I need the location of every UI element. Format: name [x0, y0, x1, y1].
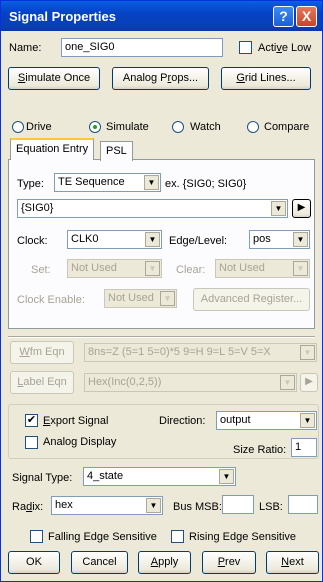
type-select[interactable]: TE Sequence ▼ — [54, 173, 161, 192]
signal-type-label: Signal Type: — [12, 472, 73, 484]
clear-select-value: Not Used — [219, 262, 265, 274]
falling-edge-checkbox[interactable] — [30, 530, 43, 543]
direction-label: Direction: — [159, 415, 206, 427]
chevron-down-icon[interactable]: ▼ — [300, 345, 315, 360]
chevron-down-icon[interactable]: ▼ — [144, 175, 159, 190]
title-bar[interactable]: Signal Properties ? X — [1, 1, 322, 31]
help-icon[interactable]: ? — [273, 6, 294, 27]
chevron-down-icon[interactable]: ▼ — [293, 232, 308, 247]
chevron-down-icon[interactable]: ▼ — [145, 232, 160, 247]
apply-button[interactable]: Apply — [138, 551, 191, 574]
radix-label: Radix: — [12, 501, 44, 513]
edge-level-label: Edge/Level: — [169, 235, 228, 247]
set-select-value: Not Used — [71, 262, 117, 274]
radio-watch-label: Watch — [190, 121, 221, 133]
play-arrow-button[interactable]: ▶ — [292, 199, 311, 218]
radio-drive-label: Drive — [26, 121, 52, 133]
set-label: Set: — [31, 264, 51, 276]
analog-display-checkbox[interactable] — [25, 436, 38, 449]
radio-simulate-label: Simulate — [106, 121, 149, 133]
edge-level-value: pos — [253, 233, 271, 245]
direction-value: output — [220, 414, 251, 426]
chevron-down-icon[interactable]: ▼ — [145, 261, 160, 276]
radio-compare-label: Compare — [264, 121, 310, 133]
active-low-label: Active Low — [258, 42, 312, 54]
chevron-down-icon[interactable]: ▼ — [219, 469, 234, 484]
type-label: Type: — [17, 178, 44, 190]
set-select[interactable]: Not Used ▼ — [67, 259, 162, 278]
chevron-down-icon[interactable]: ▼ — [160, 291, 175, 306]
chevron-down-icon[interactable]: ▼ — [271, 201, 286, 216]
export-signal-checkbox[interactable]: ✔ — [25, 414, 38, 427]
chevron-down-icon[interactable]: ▼ — [280, 375, 295, 390]
separator — [8, 336, 315, 338]
type-select-value: TE Sequence — [58, 176, 125, 188]
name-input[interactable]: one_SIG0 — [61, 38, 223, 57]
direction-select[interactable]: output ▼ — [216, 411, 317, 430]
type-example: ex. {SIG0; SIG0} — [165, 178, 247, 190]
window-title: Signal Properties — [9, 9, 116, 24]
analog-props-button[interactable]: Analog Props... — [112, 67, 209, 90]
rising-edge-label: Rising Edge Sensitive — [189, 531, 297, 543]
wfm-eqn-combo[interactable]: 8ns=Z (5=1 5=0)*5 9=H 9=L 5=V 5=X ▼ — [84, 343, 317, 362]
cancel-button[interactable]: Cancel — [71, 551, 128, 574]
radio-watch[interactable] — [172, 121, 184, 133]
clear-label: Clear: — [176, 264, 206, 276]
signal-type-value: 4_state — [87, 470, 124, 482]
clock-label: Clock: — [17, 235, 48, 247]
simulate-once-button[interactable]: Simulate Once — [8, 67, 100, 90]
falling-edge-label: Falling Edge Sensitive — [48, 531, 157, 543]
lsb-input[interactable] — [288, 495, 318, 514]
name-label: Name: — [9, 42, 42, 54]
lsb-label: LSB: — [259, 501, 283, 513]
label-eqn-value: Hex(Inc(0,2,5)) — [88, 376, 162, 388]
advanced-register-button[interactable]: Advanced Register... — [193, 288, 310, 311]
signal-properties-dialog: Signal Properties ? X Name: one_SIG0 Act… — [0, 0, 323, 582]
clock-enable-select[interactable]: Not Used ▼ — [104, 289, 177, 308]
active-low-checkbox[interactable] — [239, 41, 252, 54]
next-button[interactable]: Next — [266, 551, 319, 574]
bus-msb-input[interactable] — [222, 495, 254, 514]
close-icon[interactable]: X — [296, 6, 317, 27]
ok-button[interactable]: OK — [8, 551, 60, 574]
expression-value: {SIG0} — [21, 202, 54, 214]
bus-msb-label: Bus MSB: — [173, 501, 222, 513]
prev-button[interactable]: Prev — [202, 551, 256, 574]
clock-enable-label: Clock Enable: — [17, 294, 85, 306]
export-signal-label: Export Signal — [43, 415, 109, 427]
rising-edge-checkbox[interactable] — [171, 530, 184, 543]
size-ratio-label: Size Ratio: — [233, 444, 287, 456]
analog-display-label: Analog Display — [43, 436, 117, 448]
radio-compare[interactable] — [247, 121, 259, 133]
label-eqn-button[interactable]: Label Eqn — [10, 371, 74, 394]
chevron-down-icon[interactable]: ▼ — [146, 498, 161, 513]
wfm-eqn-value: 8ns=Z (5=1 5=0)*5 9=H 9=L 5=V 5=X — [88, 346, 271, 358]
wfm-eqn-button[interactable]: Wfm Eqn — [10, 341, 74, 364]
expression-combo[interactable]: {SIG0} ▼ — [17, 199, 288, 218]
label-eqn-arrow-button[interactable]: ▶ — [300, 373, 318, 392]
label-eqn-combo[interactable]: Hex(Inc(0,2,5)) ▼ — [84, 373, 297, 392]
edge-level-select[interactable]: pos ▼ — [249, 230, 310, 249]
clear-select[interactable]: Not Used ▼ — [215, 259, 310, 278]
radio-drive[interactable] — [12, 121, 24, 133]
signal-type-select[interactable]: 4_state ▼ — [83, 467, 236, 486]
chevron-down-icon[interactable]: ▼ — [300, 413, 315, 428]
radix-value: hex — [55, 499, 73, 511]
tab-equation-entry[interactable]: Equation Entry — [10, 138, 95, 160]
chevron-down-icon[interactable]: ▼ — [293, 261, 308, 276]
tab-psl[interactable]: PSL — [100, 141, 133, 161]
size-ratio-input[interactable]: 1 — [291, 438, 317, 457]
clock-enable-value: Not Used — [108, 292, 154, 304]
clock-select-value: CLK0 — [71, 233, 99, 245]
clock-select[interactable]: CLK0 ▼ — [67, 230, 162, 249]
radio-simulate[interactable] — [89, 121, 101, 133]
grid-lines-button[interactable]: Grid Lines... — [221, 67, 311, 90]
radix-select[interactable]: hex ▼ — [51, 496, 163, 515]
